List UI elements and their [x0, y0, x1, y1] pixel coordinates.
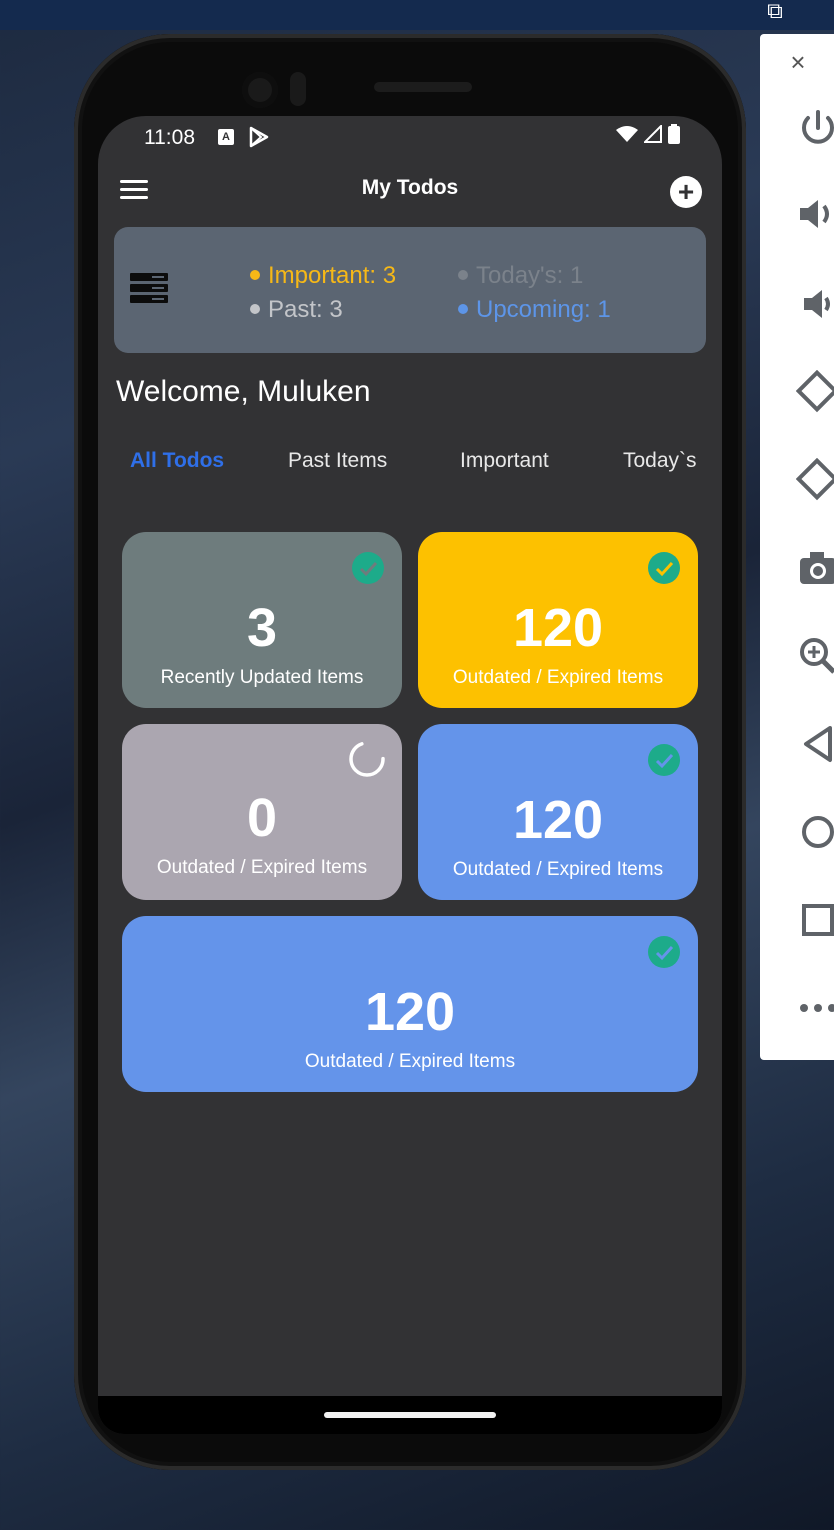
volume-down-icon[interactable] [796, 282, 834, 326]
rotate-right-icon[interactable] [796, 458, 834, 502]
loading-spinner-icon [349, 741, 385, 777]
earpiece-speaker [374, 82, 472, 92]
tab-important[interactable]: Important [460, 448, 549, 474]
todays-count: Today's: 1 [458, 261, 583, 291]
tab-past-items[interactable]: Past Items [288, 448, 387, 474]
volume-up-icon[interactable] [796, 192, 834, 236]
add-circle-icon[interactable]: + [670, 176, 702, 208]
tile-count: 3 [246, 598, 278, 658]
proximity-sensor [290, 72, 306, 106]
status-time: 11:08 [144, 126, 195, 149]
front-camera [242, 72, 278, 108]
desktop-top-bar: ⧉ [0, 0, 834, 30]
wifi-icon [616, 126, 638, 142]
check-circle-icon [648, 552, 680, 584]
phone-screen: 11:08 A My Todos + Important: 3 Today's:… [98, 116, 722, 1434]
a-icon: A [218, 129, 234, 145]
tile-count: 120 [512, 790, 604, 850]
upcoming-count: Upcoming: 1 [458, 295, 611, 325]
tile-count: 120 [512, 598, 604, 658]
check-circle-icon [352, 552, 384, 584]
emulator-toolbar: × [760, 34, 834, 1060]
tile-label: Recently Updated Items [160, 667, 364, 688]
important-count: Important: 3 [250, 261, 396, 291]
app-title: My Todos [361, 176, 459, 199]
signal-icon [644, 125, 662, 143]
tile-count: 120 [364, 982, 456, 1042]
rotate-left-icon[interactable] [796, 370, 834, 414]
tile-label: Outdated / Expired Items [452, 859, 664, 880]
power-icon[interactable] [796, 106, 834, 150]
tile-outdated-2[interactable]: 0 Outdated / Expired Items [122, 724, 402, 900]
tile-label: Outdated / Expired Items [304, 1051, 516, 1072]
back-icon[interactable] [796, 722, 834, 766]
check-circle-icon [648, 744, 680, 776]
past-count: Past: 3 [250, 295, 343, 325]
play-store-icon [248, 126, 270, 153]
tile-count: 0 [246, 788, 278, 848]
home-gesture-bar[interactable] [324, 1412, 496, 1418]
camera-icon[interactable] [796, 546, 834, 590]
welcome-text: Welcome, Muluken [116, 375, 371, 408]
overview-icon[interactable] [796, 898, 834, 942]
home-icon[interactable] [796, 810, 834, 854]
tile-label: Outdated / Expired Items [452, 667, 664, 688]
tile-label: Outdated / Expired Items [156, 857, 368, 878]
tile-outdated-wide[interactable]: 120 Outdated / Expired Items [122, 916, 698, 1092]
tile-recently-updated[interactable]: 3 Recently Updated Items [122, 532, 402, 708]
summary-card: Important: 3 Today's: 1 Past: 3 Upcoming… [114, 227, 706, 353]
check-circle-icon [648, 936, 680, 968]
tile-outdated-3[interactable]: 120 Outdated / Expired Items [418, 724, 698, 900]
battery-icon [668, 124, 680, 144]
tile-outdated-1[interactable]: 120 Outdated / Expired Items [418, 532, 698, 708]
screen-share-icon[interactable]: ⧉ [760, 0, 790, 22]
list-icon [130, 273, 168, 305]
system-status-icons [616, 124, 680, 144]
phone-frame: 11:08 A My Todos + Important: 3 Today's:… [74, 34, 746, 1470]
zoom-icon[interactable] [796, 634, 834, 678]
close-icon[interactable]: × [784, 48, 812, 76]
more-icon[interactable] [796, 986, 834, 1030]
tab-todays[interactable]: Today`s [623, 448, 697, 474]
tab-all-todos[interactable]: All Todos [130, 448, 224, 474]
